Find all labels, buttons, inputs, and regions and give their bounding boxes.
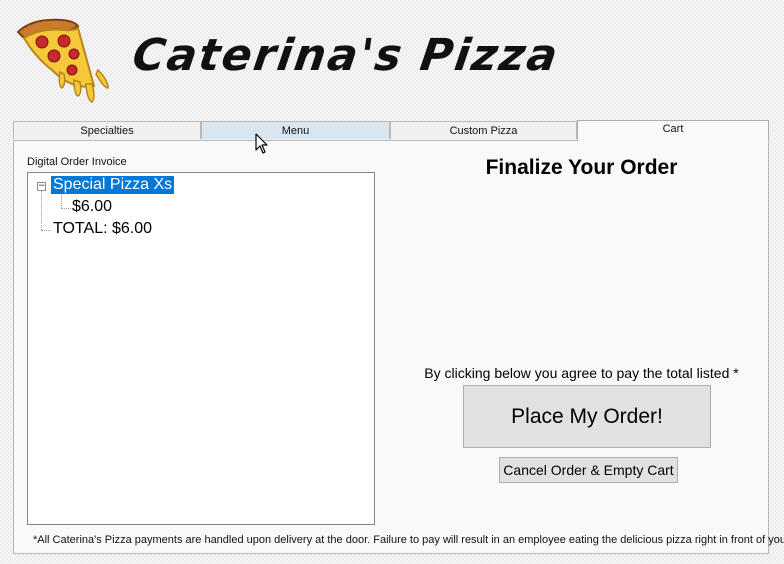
collapse-icon[interactable]: −: [37, 182, 46, 191]
arrow-pointer-icon: [255, 133, 268, 154]
tree-line: [61, 208, 71, 209]
tree-line: [61, 195, 62, 208]
tree-line: [41, 191, 42, 230]
invoice-label: Digital Order Invoice: [27, 156, 127, 168]
tab-cart[interactable]: Cart: [577, 120, 769, 141]
cancel-order-button[interactable]: Cancel Order & Empty Cart: [499, 457, 678, 483]
tab-strip: Specialties Menu Custom Pizza Cart: [13, 120, 769, 141]
tree-node-price[interactable]: $6.00: [72, 198, 112, 216]
tab-custom-pizza[interactable]: Custom Pizza: [390, 121, 577, 139]
brand-title: Caterina's Pizza: [129, 30, 563, 81]
finalize-title: Finalize Your Order: [485, 156, 678, 179]
cart-panel: Digital Order Invoice − Special Pizza Xs…: [13, 140, 784, 554]
place-order-button[interactable]: Place My Order!: [463, 385, 711, 448]
tree-node-item[interactable]: Special Pizza Xs: [51, 176, 175, 194]
agreement-text: By clicking below you agree to pay the t…: [424, 365, 739, 381]
tree-node-total[interactable]: TOTAL: $6.00: [53, 220, 152, 238]
pizza-slice-icon: [16, 18, 109, 103]
tab-menu[interactable]: Menu: [201, 121, 390, 139]
tab-specialties[interactable]: Specialties: [13, 121, 201, 139]
payment-footnote: *All Caterina's Pizza payments are handl…: [33, 534, 784, 546]
invoice-tree[interactable]: − Special Pizza Xs $6.00 TOTAL: $6.00: [27, 172, 375, 525]
tree-line: [41, 230, 51, 231]
